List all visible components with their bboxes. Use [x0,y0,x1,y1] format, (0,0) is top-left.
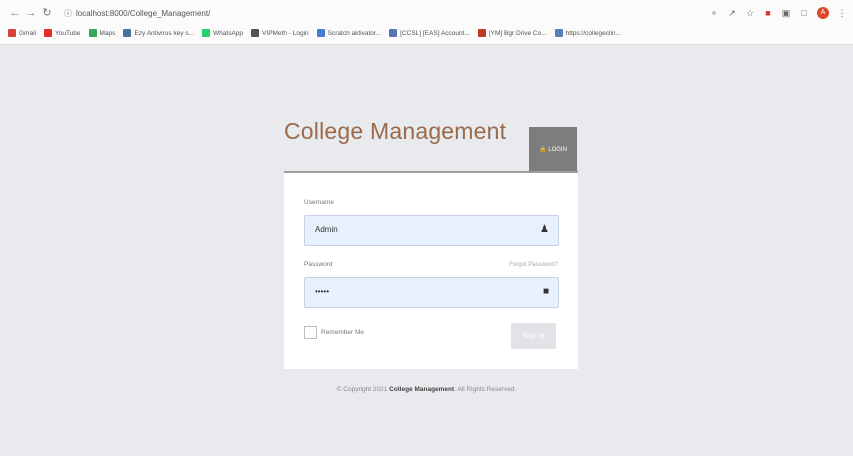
password-label: Password [304,261,333,268]
browser-actions: ⚬ ↗ ☆ ■ ▣ □ A ⋮ [709,4,847,22]
site-info-icon[interactable]: ⓘ [64,9,72,18]
bookmark-label: VIPMeth - Login [262,29,309,37]
bookmark-favicon-icon [123,29,132,37]
extension-icon[interactable]: ■ [763,8,773,18]
bookmark-favicon-icon [43,29,52,37]
user-icon: ♟ [540,224,549,235]
footer-suffix: . All Rights Reserved. [454,386,517,393]
puzzle-icon[interactable]: ▣ [781,8,791,18]
address-row: ← → ↻ ⓘ localhost:8000/College_Management… [0,4,853,22]
remember-me[interactable]: Remember Me [304,326,364,339]
bookmark-label: Maps [99,29,116,37]
address-bar[interactable]: ⓘ localhost:8000/College_Management/ [64,8,210,19]
bookmark-label: [CCSL] [EAS] Account... [400,29,470,37]
password-field[interactable]: ••••• ■ [304,277,559,308]
bookmark-label: WhatsApp [213,29,244,37]
bookmark-item[interactable]: Gmail [8,29,36,37]
app-header: College Management [284,118,506,145]
bookmark-item[interactable]: WhatsApp [202,29,243,37]
bookmark-item[interactable]: YouTube [43,29,81,37]
bookmarks-bar: Gmail YouTube Maps Ezy Antivirus key s... Wh… [0,25,853,41]
reload-icon[interactable]: ↻ [40,6,54,20]
footer-prefix: © Copyright 2021 [336,386,390,393]
password-value: ••••• [315,287,330,296]
bookmark-item[interactable]: Scratch aktivator... [316,29,382,37]
remember-checkbox[interactable] [304,326,317,339]
profile-avatar-icon[interactable]: A [817,7,829,19]
login-card: Username Admin ♟ Password Forgot Passwor… [284,173,578,369]
share-icon[interactable]: ↗ [727,8,737,18]
bookmark-favicon-icon [202,29,211,37]
forward-icon[interactable]: → [24,6,38,20]
forgot-password-link[interactable]: Forgot Password? [509,262,558,268]
bookmark-label: Gmail [19,29,36,37]
sidebar-icon[interactable]: □ [799,8,809,18]
footer-copyright: © Copyright 2021 College Management. All… [0,386,853,393]
username-value: Admin [315,225,338,234]
sign-in-button[interactable]: Sign In [511,323,556,349]
bookmark-item[interactable]: https://collegeclin... [554,29,621,37]
bookmark-favicon-icon [554,29,563,37]
bookmark-favicon-icon [8,29,16,37]
star-icon[interactable]: ☆ [745,8,755,18]
browser-chrome: ← → ↻ ⓘ localhost:8000/College_Management… [0,0,853,45]
bookmark-label: YouTube [54,29,81,37]
login-tab[interactable]: 🔒 LOGIN [529,127,577,172]
key-icon[interactable]: ⚬ [709,8,719,18]
menu-icon[interactable]: ⋮ [837,8,847,18]
username-field[interactable]: Admin ♟ [304,215,559,246]
url-text: localhost:8000/College_Management/ [76,8,211,18]
bookmark-favicon-icon [251,29,260,37]
bookmark-item[interactable]: Ezy Antivirus key s... [123,29,194,37]
bookmark-label: Scratch aktivator... [327,29,382,37]
bookmark-label: [YM] Bgr Drive Co... [488,29,547,37]
remember-label: Remember Me [321,329,364,336]
bookmark-label: Ezy Antivirus key s... [134,29,195,37]
lock-icon: ■ [542,286,549,297]
bookmark-favicon-icon [88,29,97,37]
bookmark-item[interactable]: [CCSL] [EAS] Account... [389,29,470,37]
bookmark-label: https://collegeclin... [565,29,621,37]
bookmark-item[interactable]: VIPMeth - Login [251,29,309,37]
bookmark-favicon-icon [316,29,325,37]
footer-brand: College Management [389,386,455,393]
bookmark-favicon-icon [389,29,398,37]
bookmark-favicon-icon [477,29,486,37]
bookmark-item[interactable]: Maps [88,29,116,37]
username-label: Username [304,199,334,206]
bookmark-item[interactable]: [YM] Bgr Drive Co... [477,29,547,37]
page-title: College Management [284,118,507,144]
back-icon[interactable]: ← [8,6,22,20]
